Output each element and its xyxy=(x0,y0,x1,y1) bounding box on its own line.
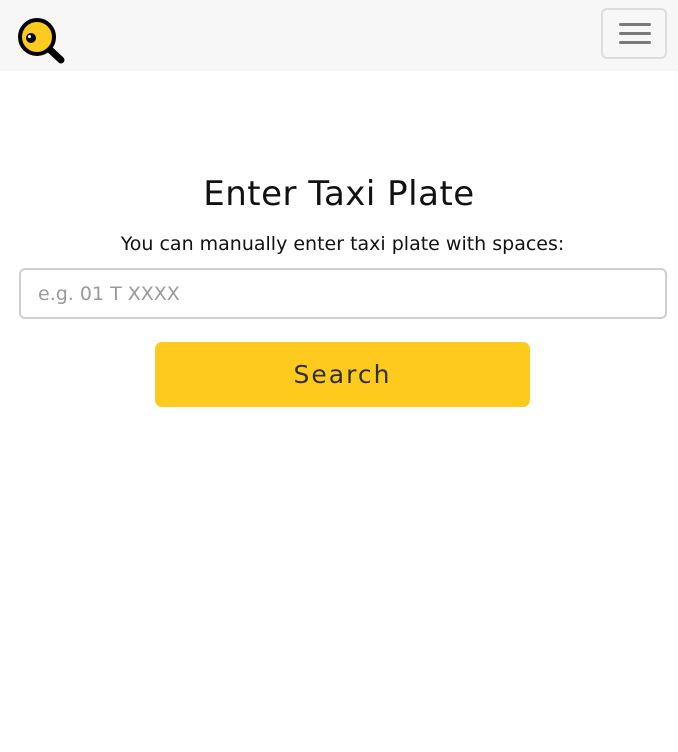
hamburger-menu-icon xyxy=(619,23,651,26)
hamburger-menu-icon xyxy=(619,41,651,44)
instruction-text: You can manually enter taxi plate with s… xyxy=(120,233,565,255)
page-title: Enter Taxi Plate xyxy=(203,174,475,214)
logo-magnifier-icon[interactable] xyxy=(17,17,67,67)
menu-toggle-button[interactable] xyxy=(601,8,667,59)
navbar xyxy=(0,0,678,71)
magnifying-glass-eye-icon xyxy=(18,18,65,64)
search-button[interactable]: Search xyxy=(155,342,530,407)
taxi-plate-input[interactable] xyxy=(19,268,667,319)
hamburger-menu-icon xyxy=(619,32,651,35)
